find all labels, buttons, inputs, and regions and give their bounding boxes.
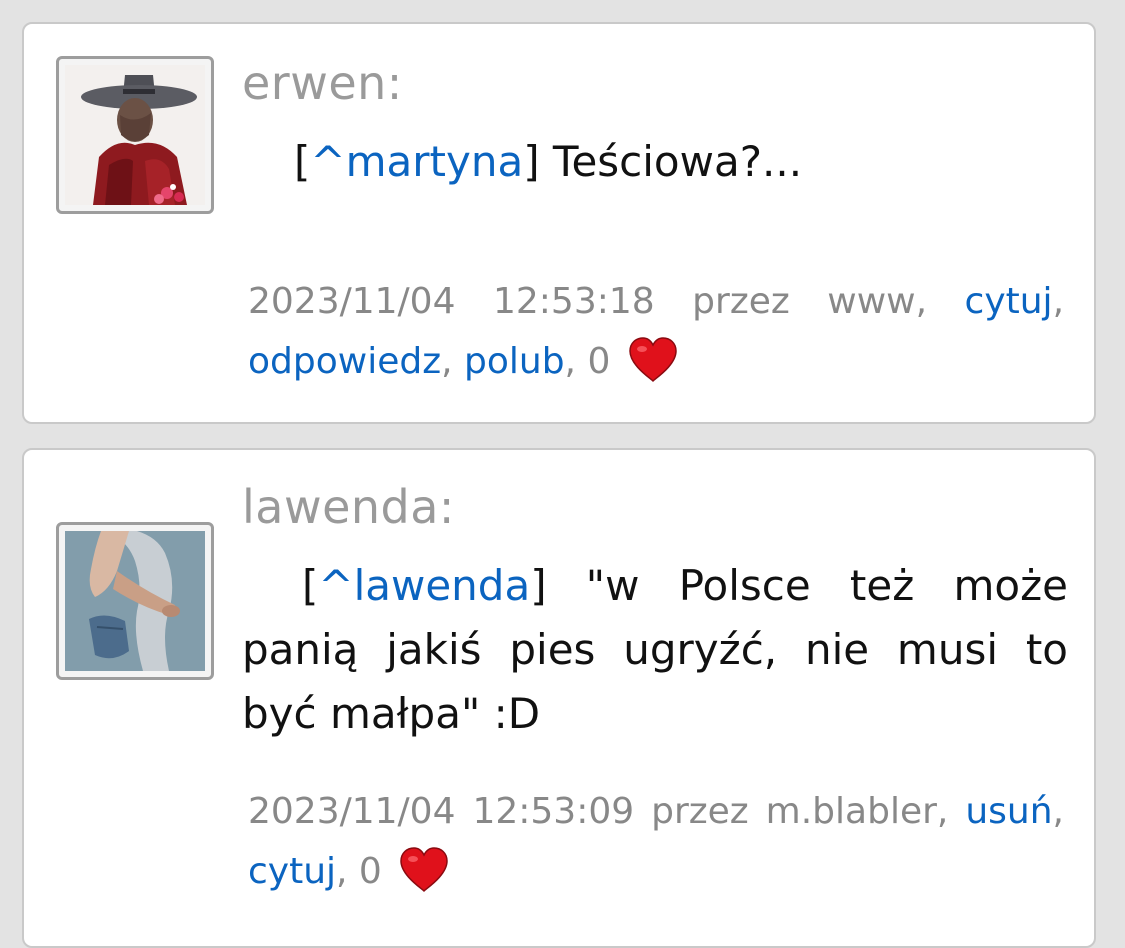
like-count: 0 — [587, 341, 611, 382]
reply-link[interactable]: odpowiedz — [248, 341, 441, 382]
quote-link[interactable]: cytuj — [965, 281, 1053, 322]
figure-photo-avatar-icon — [65, 531, 205, 671]
avatar[interactable] — [56, 522, 214, 680]
bracket-close: ] — [523, 137, 540, 186]
mention-link[interactable]: ^martyna — [310, 137, 523, 186]
bracket-close: ] — [530, 561, 547, 610]
post-meta: 2023/11/04 12:53:18 przez www, cytuj, od… — [248, 281, 1065, 383]
post-author[interactable]: erwen: — [242, 56, 403, 110]
like-link[interactable]: polub — [464, 341, 565, 382]
bracket-open: [ — [294, 137, 311, 186]
post-body: [^lawenda] "w Polsce też może panią jaki… — [242, 554, 1068, 746]
quote-link[interactable]: cytuj — [248, 851, 336, 892]
post-via: przez www, — [692, 281, 928, 322]
post-author[interactable]: lawenda: — [242, 480, 455, 534]
heart-icon[interactable] — [628, 337, 678, 383]
like-count: 0 — [358, 851, 382, 892]
post-card: erwen: [^martyna] Teściowa?... 2023/11/0… — [22, 22, 1096, 424]
post-card: lawenda: [^lawenda] "w Polsce też może p… — [22, 448, 1096, 948]
heart-icon[interactable] — [399, 847, 449, 893]
post-via: przez m.blabler, — [651, 791, 949, 832]
bracket-open: [ — [302, 561, 319, 610]
post-text: Teściowa?... — [539, 137, 803, 186]
post-timestamp: 2023/11/04 12:53:09 — [248, 791, 635, 832]
post-body: [^martyna] Teściowa?... — [242, 130, 1068, 194]
avatar[interactable] — [56, 56, 214, 214]
post-timestamp: 2023/11/04 12:53:18 — [248, 281, 655, 322]
post-meta: 2023/11/04 12:53:09 przez m.blabler, usu… — [248, 791, 1064, 893]
mention-link[interactable]: ^lawenda — [318, 561, 530, 610]
delete-link[interactable]: usuń — [965, 791, 1052, 832]
old-woman-in-hat-avatar-icon — [65, 65, 205, 205]
